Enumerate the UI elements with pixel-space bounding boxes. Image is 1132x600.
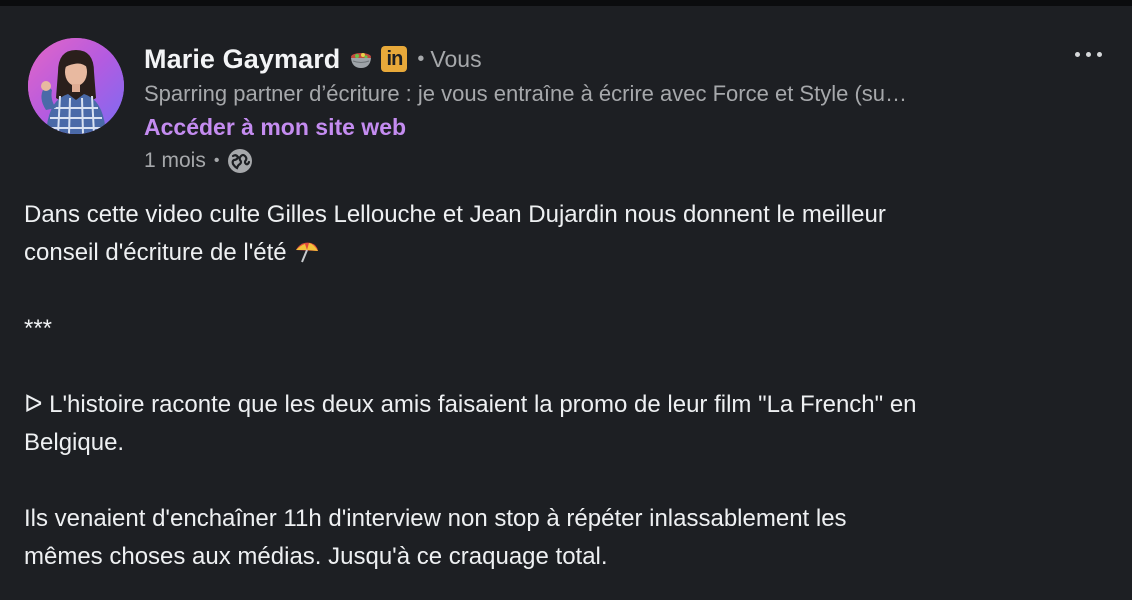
profile-photo bbox=[28, 38, 124, 134]
globe-icon bbox=[227, 148, 253, 174]
author-row: Marie Gaymard in • Vous bbox=[144, 40, 482, 78]
beach-umbrella-emoji-icon bbox=[293, 239, 319, 266]
body-line: Dans cette video culte Gilles Lellouche … bbox=[24, 201, 886, 228]
relation-label: Vous bbox=[430, 45, 482, 72]
post-card: Marie Gaymard in • Vous Sparring partner… bbox=[0, 0, 1132, 600]
mixing-bowl-emoji-icon bbox=[348, 46, 374, 72]
body-line: *** bbox=[24, 315, 53, 342]
body-line: conseil d'écriture de l'été bbox=[24, 234, 1114, 272]
avatar[interactable] bbox=[28, 38, 124, 134]
separator-dot: • bbox=[417, 47, 425, 70]
post-time: 1 mois bbox=[144, 149, 206, 172]
body-line: Belgique. bbox=[24, 429, 125, 456]
author-name[interactable]: Marie Gaymard bbox=[144, 44, 340, 75]
body-line: mêmes choses aux médias. Jusqu'à ce craq… bbox=[24, 543, 608, 570]
body-line: Ils venaient d'enchaîner 11h d'interview… bbox=[24, 505, 847, 532]
website-link[interactable]: Accéder à mon site web bbox=[144, 112, 406, 142]
author-headline: Sparring partner d’écriture : je vous en… bbox=[144, 81, 908, 106]
linkedin-icon: in bbox=[381, 46, 408, 72]
body-text: conseil d'écriture de l'été bbox=[24, 239, 287, 266]
body-line: ᐅ L'histoire raconte que les deux amis f… bbox=[24, 391, 917, 418]
separator-dot: • bbox=[213, 152, 220, 169]
post-body: Dans cette video culte Gilles Lellouche … bbox=[24, 196, 1114, 576]
more-options-icon[interactable] bbox=[1068, 36, 1108, 72]
post-meta: 1 mois • bbox=[144, 146, 253, 176]
